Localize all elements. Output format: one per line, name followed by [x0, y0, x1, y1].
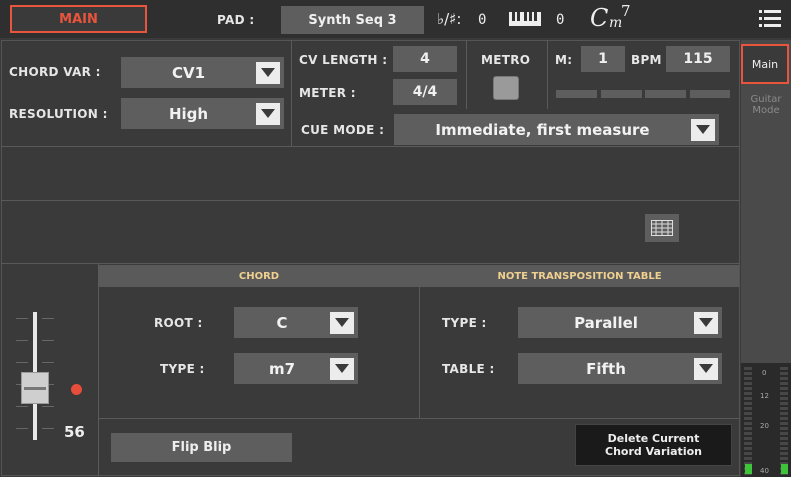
tab-side-main[interactable]: Main [741, 44, 789, 84]
chord-type-label: TYPE : [160, 362, 205, 376]
chord-display-root: C [590, 4, 609, 32]
chevron-down-icon [694, 311, 718, 334]
measure-field: 1 [581, 46, 625, 72]
meter-scale-40: 40 [760, 467, 769, 475]
tab-main[interactable]: MAIN [10, 5, 147, 33]
level-meter: 0 12 20 40 [741, 363, 791, 477]
tab-side-guitar-mode[interactable]: Guitar Mode [741, 88, 791, 122]
chevron-down-icon [256, 102, 280, 125]
cue-mode-value: Immediate, first measure [435, 120, 650, 139]
record-indicator [71, 384, 82, 395]
beat-indicator-2 [601, 90, 642, 98]
meter-left-level [745, 464, 752, 474]
meter-right-level [781, 464, 788, 474]
transposition-section-title: NOTE TRANSPOSITION TABLE [497, 270, 662, 282]
chord-root-value: C [276, 313, 288, 332]
chord-section-title: CHORD [238, 270, 280, 282]
measure-value: 1 [598, 51, 608, 67]
meter-scale-0: 0 [762, 369, 767, 377]
transposition-table-dropdown[interactable]: Fifth [518, 353, 722, 384]
keyboard-icon [509, 12, 541, 26]
chord-type-value: m7 [268, 359, 296, 378]
chord-display-extension: 7 [621, 2, 631, 20]
beat-indicator-4 [690, 90, 730, 98]
resolution-value: High [168, 104, 209, 123]
tab-side-guitar-mode-label: Guitar Mode [750, 94, 782, 116]
meter-field[interactable]: 4/4 [393, 79, 457, 105]
chord-display: C m 7 [590, 2, 650, 34]
metro-label: METRO [481, 53, 531, 67]
cue-mode-label: CUE MODE : [301, 123, 385, 137]
transposition-type-value: Parallel [574, 313, 638, 332]
meter-value: 4/4 [412, 84, 438, 100]
pad-value: Synth Seq 3 [308, 12, 397, 28]
delete-chord-variation-label: Delete Current Chord Variation [605, 432, 702, 458]
flip-blip-label: Flip Blip [171, 440, 232, 455]
chord-section-header: CHORD [99, 265, 419, 287]
chord-root-label: ROOT : [154, 316, 203, 330]
chevron-down-icon [330, 357, 354, 380]
transposition-table-value: Fifth [586, 359, 626, 378]
pad-label: PAD : [217, 13, 255, 27]
bpm-value: 115 [683, 51, 713, 67]
chord-type-dropdown[interactable]: m7 [234, 353, 358, 384]
beat-indicator-3 [645, 90, 686, 98]
transposition-type-dropdown[interactable]: Parallel [518, 307, 722, 338]
keyboard-value: 0 [556, 12, 565, 28]
chord-var-value: CV1 [171, 63, 206, 82]
measure-label: M: [555, 53, 573, 67]
meter-scale-20: 20 [760, 422, 769, 430]
cue-mode-dropdown[interactable]: Immediate, first measure [394, 114, 719, 145]
transposition-type-label: TYPE : [442, 316, 487, 330]
fader-panel [2, 264, 98, 475]
key-value: 0 [478, 12, 487, 28]
metro-checkbox[interactable] [493, 76, 519, 100]
cv-length-field[interactable]: 4 [393, 46, 457, 72]
menu-icon[interactable] [759, 10, 781, 28]
chevron-down-icon [694, 357, 718, 380]
delete-chord-variation-button[interactable]: Delete Current Chord Variation [575, 424, 732, 466]
pad-selector[interactable]: Synth Seq 3 [281, 6, 424, 34]
cv-length-label: CV LENGTH : [299, 53, 388, 67]
bpm-field[interactable]: 115 [666, 46, 730, 72]
chord-var-dropdown[interactable]: CV1 [121, 57, 284, 88]
fader-value: 56 [64, 423, 85, 441]
beat-indicator-1 [556, 90, 597, 98]
flip-blip-button[interactable]: Flip Blip [111, 433, 292, 462]
chord-root-dropdown[interactable]: C [234, 307, 358, 338]
chevron-down-icon [691, 118, 715, 141]
transposition-table-label: TABLE : [442, 362, 495, 376]
chevron-down-icon [256, 61, 280, 84]
key-label: ♭/♯: [437, 10, 462, 28]
grid-view-button[interactable] [645, 214, 679, 242]
main-panel [1, 40, 740, 476]
tab-main-label: MAIN [59, 11, 98, 27]
resolution-label: RESOLUTION : [9, 107, 108, 121]
grid-icon [651, 220, 673, 236]
tab-side-main-label: Main [751, 57, 779, 71]
meter-label: METER : [299, 86, 356, 100]
meter-scale-12: 12 [760, 392, 769, 400]
resolution-dropdown[interactable]: High [121, 98, 284, 129]
fader-handle[interactable] [21, 372, 49, 404]
chevron-down-icon [330, 311, 354, 334]
chord-var-label: CHORD VAR : [9, 65, 101, 79]
cv-length-value: 4 [420, 51, 430, 67]
transposition-section-header: NOTE TRANSPOSITION TABLE [420, 265, 739, 287]
